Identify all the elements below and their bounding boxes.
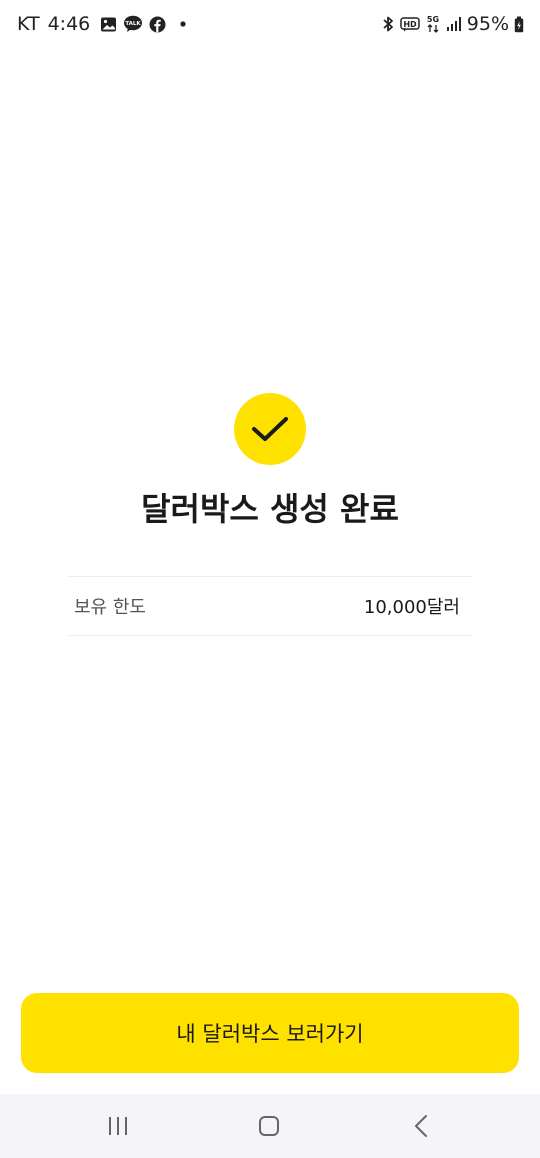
view-my-dollar-box-label: 내 달러박스 보러가기: [176, 1022, 364, 1046]
svg-text:TALK: TALK: [126, 21, 142, 27]
battery-percent: 95%: [466, 13, 509, 35]
home-button[interactable]: [249, 1108, 289, 1144]
dot-icon: [180, 21, 186, 27]
holding-limit-label: 보유 한도: [74, 597, 146, 618]
recent-apps-icon: [107, 1116, 129, 1136]
status-right: HD 5G 95%: [381, 12, 524, 36]
status-bar: KT 4:46 TALK HD 5G 95%: [0, 0, 540, 48]
svg-text:HD: HD: [403, 20, 417, 29]
status-left: KT 4:46 TALK: [17, 12, 186, 36]
carrier-label: KT: [17, 13, 40, 35]
system-nav-bar: [0, 1094, 540, 1158]
clock: 4:46: [47, 13, 91, 35]
facebook-icon: [149, 16, 166, 33]
home-icon: [258, 1115, 280, 1137]
holding-limit-value: 10,000달러: [363, 597, 460, 618]
completion-title: 달러박스 생성 완료: [141, 490, 399, 528]
svg-text:5G: 5G: [427, 15, 439, 24]
signal-icon: [446, 16, 462, 32]
back-button[interactable]: [401, 1108, 441, 1144]
gallery-icon: [100, 16, 117, 33]
battery-icon: [514, 16, 524, 33]
hd-icon: HD: [400, 16, 420, 32]
checkmark-icon: [250, 414, 290, 444]
recent-apps-button[interactable]: [98, 1108, 138, 1144]
kakaotalk-icon: TALK: [123, 15, 143, 33]
holding-limit-row: 보유 한도 10,000달러: [68, 576, 472, 636]
view-my-dollar-box-button[interactable]: 내 달러박스 보러가기: [21, 993, 519, 1073]
5g-icon: 5G: [425, 14, 441, 34]
bluetooth-icon: [381, 15, 395, 33]
back-icon: [414, 1114, 428, 1138]
success-check-badge: [234, 393, 306, 465]
